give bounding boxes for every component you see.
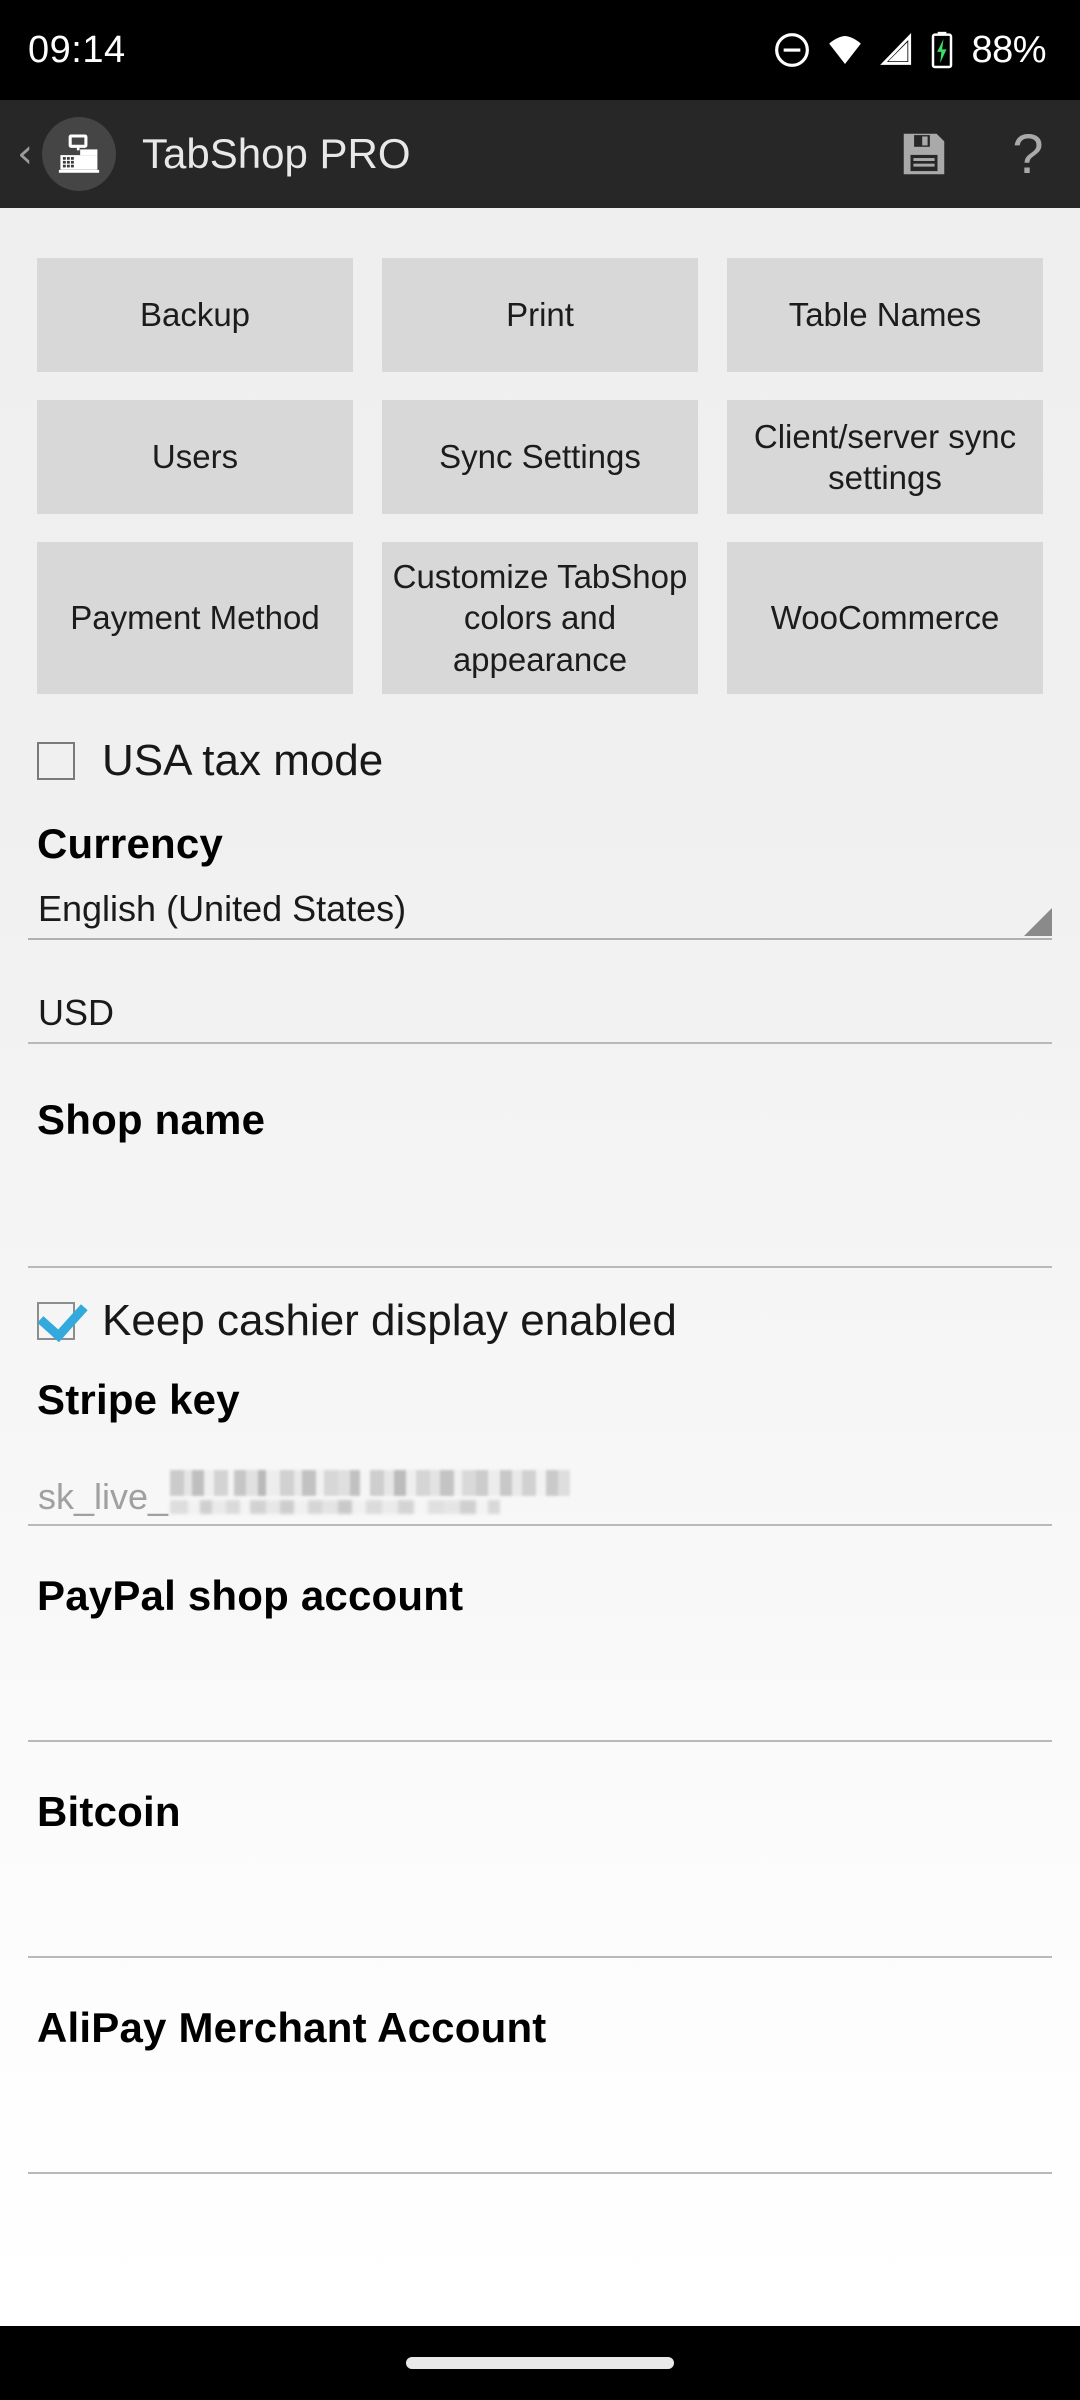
currency-locale-spinner[interactable]: English (United States) xyxy=(28,868,1052,940)
alipay-input[interactable] xyxy=(28,2088,1052,2174)
phone-screen: 09:14 88% ‹ TabShop PRO ? Backup Print T… xyxy=(0,0,1080,2400)
currency-heading: Currency xyxy=(37,820,224,867)
customize-appearance-button[interactable]: Customize TabShop colors and appearance xyxy=(382,542,698,694)
currency-locale-value: English (United States) xyxy=(38,888,407,929)
settings-scroll-content: Backup Print Table Names Users Sync Sett… xyxy=(0,208,1080,2326)
bitcoin-value xyxy=(28,1948,48,1956)
settings-button-row-2: Users Sync Settings Client/server sync s… xyxy=(0,400,1080,514)
battery-charging-icon xyxy=(932,31,953,69)
page-title: TabShop PRO xyxy=(142,130,411,177)
help-button[interactable]: ? xyxy=(976,100,1080,208)
cellular-signal-icon xyxy=(880,33,912,65)
client-server-sync-settings-button[interactable]: Client/server sync settings xyxy=(727,400,1043,514)
woocommerce-button[interactable]: WooCommerce xyxy=(727,542,1043,694)
currency-code-input[interactable]: USD xyxy=(28,972,1052,1044)
cashier-display-label: Keep cashier display enabled xyxy=(102,1296,677,1345)
shop-name-value xyxy=(28,1258,48,1266)
wifi-icon xyxy=(829,36,862,64)
app-bar-actions: ? xyxy=(872,100,1080,208)
save-button[interactable] xyxy=(872,100,976,208)
system-navigation-bar xyxy=(0,2326,1080,2400)
stripe-key-redaction xyxy=(168,1470,571,1518)
app-bar: ‹ TabShop PRO ? xyxy=(0,100,1080,208)
usa-tax-mode-row[interactable]: USA tax mode xyxy=(0,736,1080,786)
backup-button[interactable]: Backup xyxy=(37,258,353,372)
app-icon-avatar[interactable] xyxy=(42,117,116,191)
alipay-heading: AliPay Merchant Account xyxy=(37,2004,547,2051)
alipay-value xyxy=(28,2164,48,2172)
status-bar-clock: 09:14 xyxy=(28,28,126,71)
usa-tax-mode-label: USA tax mode xyxy=(102,736,384,785)
back-button[interactable]: ‹ xyxy=(10,134,40,174)
table-names-button[interactable]: Table Names xyxy=(727,258,1043,372)
bitcoin-heading: Bitcoin xyxy=(37,1788,181,1835)
dropdown-triangle-icon xyxy=(1024,908,1052,936)
usa-tax-mode-checkbox[interactable] xyxy=(37,742,75,780)
settings-button-row-3: Payment Method Customize TabShop colors … xyxy=(0,542,1080,694)
stripe-key-heading: Stripe key xyxy=(37,1376,240,1423)
currency-code-value: USD xyxy=(38,992,115,1033)
paypal-input[interactable] xyxy=(28,1656,1052,1742)
cashier-display-checkbox[interactable] xyxy=(37,1302,75,1340)
paypal-value xyxy=(28,1732,48,1740)
stripe-key-prefix: sk_live_ xyxy=(38,1476,169,1517)
question-mark-icon: ? xyxy=(1012,122,1044,185)
bitcoin-input[interactable] xyxy=(28,1872,1052,1958)
users-button[interactable]: Users xyxy=(37,400,353,514)
status-bar: 09:14 88% xyxy=(0,0,1080,100)
cash-register-icon xyxy=(58,134,100,173)
status-bar-icons: 88% xyxy=(772,29,1046,72)
sync-settings-button[interactable]: Sync Settings xyxy=(382,400,698,514)
settings-button-row-1: Backup Print Table Names xyxy=(0,258,1080,372)
paypal-heading: PayPal shop account xyxy=(37,1572,464,1619)
cashier-display-row[interactable]: Keep cashier display enabled xyxy=(0,1296,1080,1346)
payment-method-button[interactable]: Payment Method xyxy=(37,542,353,694)
stripe-key-value: sk_live_ xyxy=(28,1470,580,1524)
print-button[interactable]: Print xyxy=(382,258,698,372)
redaction-block-bottom xyxy=(170,1500,501,1514)
shop-name-input[interactable] xyxy=(28,1182,1052,1268)
shop-name-heading: Shop name xyxy=(37,1096,266,1143)
floppy-disk-save-icon xyxy=(903,133,945,175)
stripe-key-input[interactable]: sk_live_ xyxy=(28,1448,1052,1526)
home-gesture-pill[interactable] xyxy=(406,2357,674,2369)
redaction-block-top xyxy=(170,1470,571,1496)
do-not-disturb-icon xyxy=(775,33,810,67)
battery-percent-label: 88% xyxy=(971,28,1046,71)
settings-button-grid: Backup Print Table Names Users Sync Sett… xyxy=(0,208,1080,694)
